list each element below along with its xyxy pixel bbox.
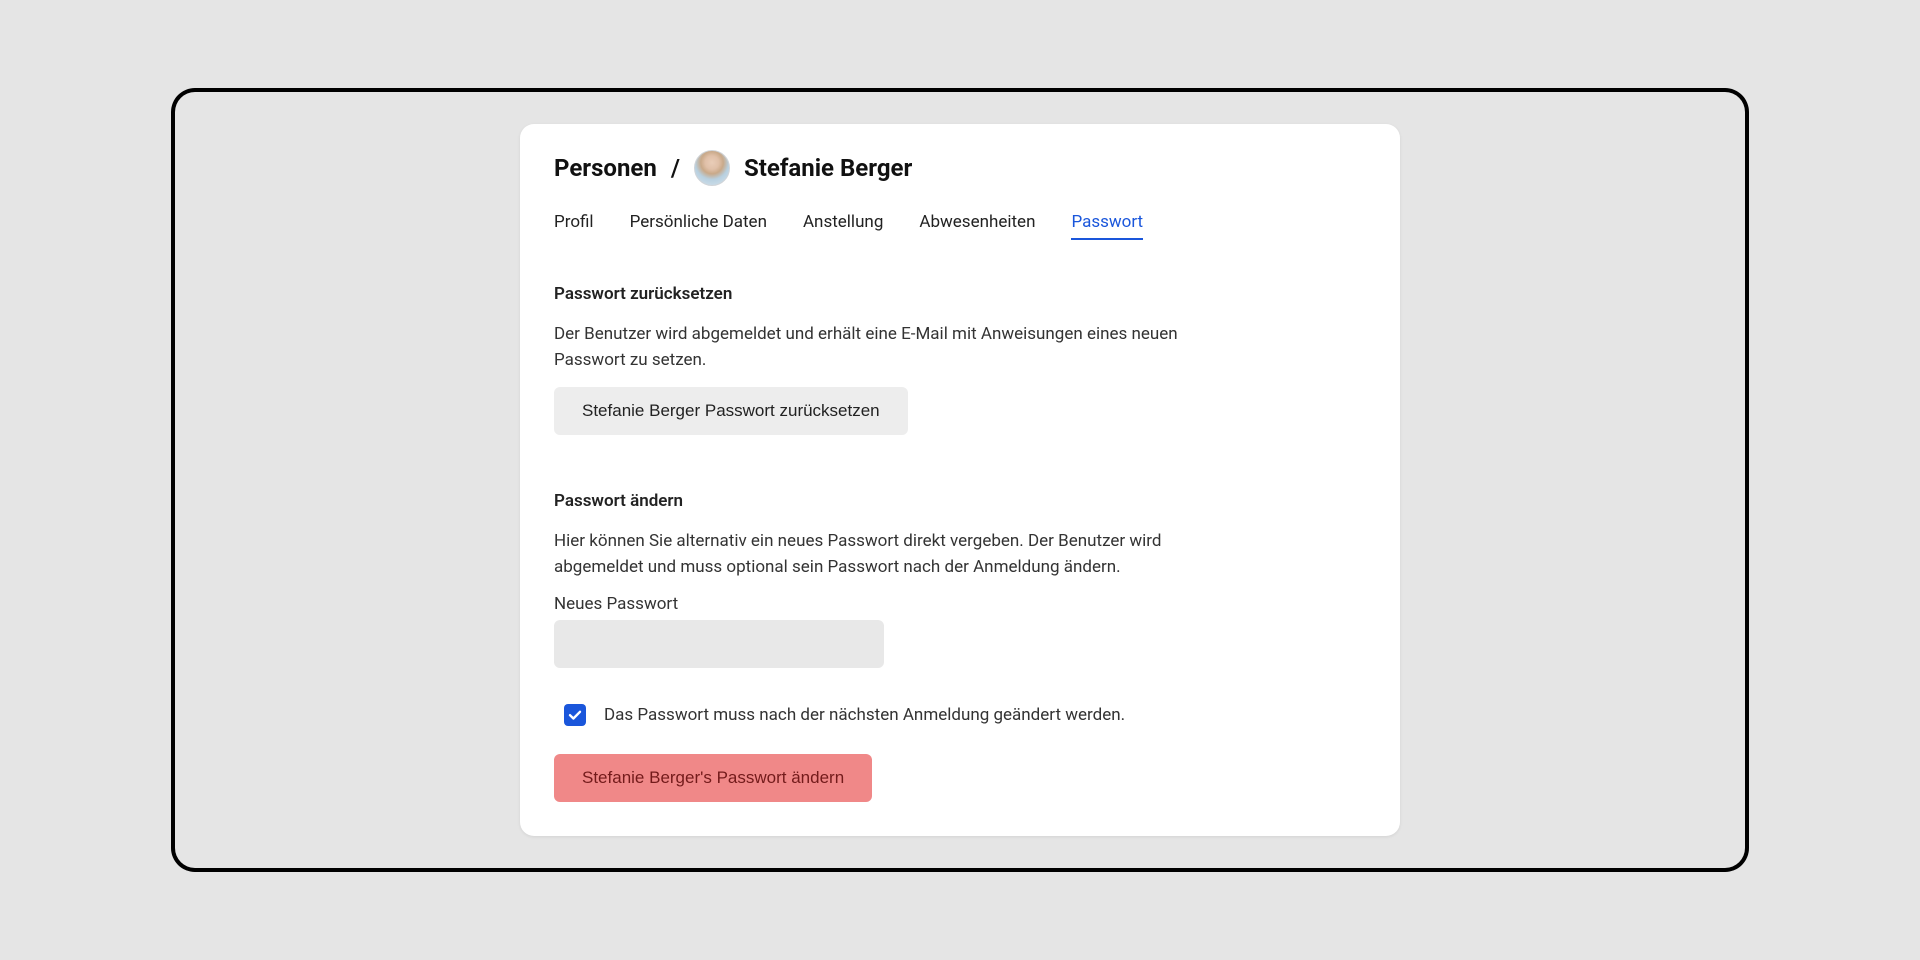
- tabs: Profil Persönliche Daten Anstellung Abwe…: [554, 212, 1366, 240]
- reset-password-heading: Passwort zurücksetzen: [554, 284, 1366, 304]
- breadcrumb-separator: /: [671, 154, 680, 182]
- force-change-checkbox[interactable]: [564, 704, 586, 726]
- change-password-heading: Passwort ändern: [554, 491, 1366, 511]
- reset-password-section: Passwort zurücksetzen Der Benutzer wird …: [554, 284, 1366, 435]
- tab-anstellung[interactable]: Anstellung: [803, 212, 883, 240]
- breadcrumb: Personen / Stefanie Berger: [554, 150, 1366, 186]
- new-password-input[interactable]: [554, 620, 884, 668]
- change-password-section: Passwort ändern Hier können Sie alternat…: [554, 491, 1366, 802]
- outer-frame: Personen / Stefanie Berger Profil Persön…: [171, 88, 1749, 872]
- reset-password-button[interactable]: Stefanie Berger Passwort zurücksetzen: [554, 387, 908, 435]
- avatar: [694, 150, 730, 186]
- tab-persoenliche-daten[interactable]: Persönliche Daten: [630, 212, 767, 240]
- settings-card: Personen / Stefanie Berger Profil Persön…: [520, 124, 1400, 836]
- force-change-checkbox-row: Das Passwort muss nach der nächsten Anme…: [564, 704, 1366, 726]
- check-icon: [567, 707, 583, 723]
- tab-abwesenheiten[interactable]: Abwesenheiten: [919, 212, 1035, 240]
- reset-password-description: Der Benutzer wird abgemeldet und erhält …: [554, 322, 1214, 373]
- change-password-button[interactable]: Stefanie Berger's Passwort ändern: [554, 754, 872, 802]
- force-change-checkbox-label: Das Passwort muss nach der nächsten Anme…: [604, 705, 1125, 725]
- new-password-label: Neues Passwort: [554, 594, 1366, 614]
- breadcrumb-person-name: Stefanie Berger: [744, 154, 912, 182]
- change-password-description: Hier können Sie alternativ ein neues Pas…: [554, 529, 1214, 580]
- tab-profil[interactable]: Profil: [554, 212, 594, 240]
- page-background: Personen / Stefanie Berger Profil Persön…: [175, 92, 1745, 868]
- breadcrumb-root-link[interactable]: Personen: [554, 154, 657, 182]
- tab-passwort[interactable]: Passwort: [1071, 212, 1143, 240]
